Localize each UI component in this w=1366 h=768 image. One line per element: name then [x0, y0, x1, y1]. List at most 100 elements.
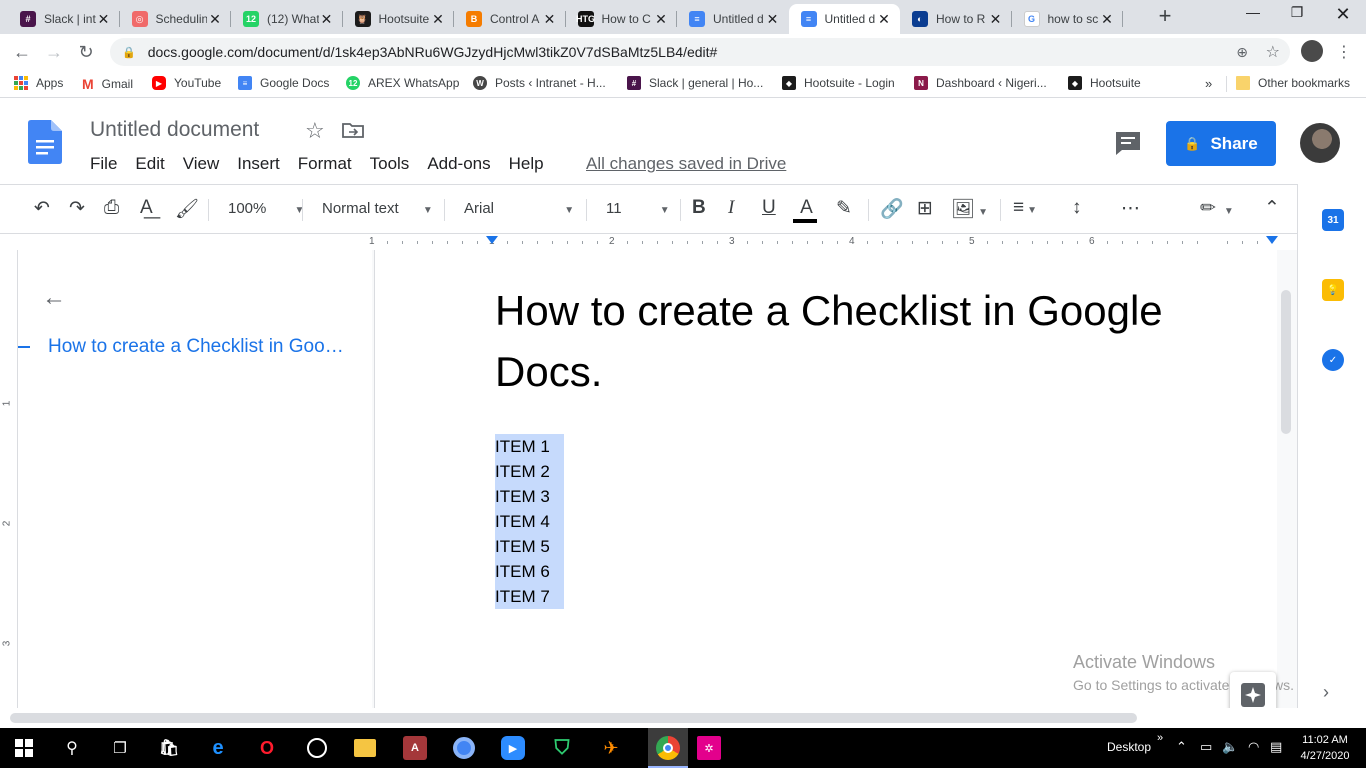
store-icon[interactable]: 🛍	[157, 736, 181, 760]
browser-tab[interactable]: ◎ Schedulin ✕	[120, 4, 231, 34]
bold-icon[interactable]: B	[692, 197, 706, 219]
star-icon[interactable]: ☆	[305, 118, 325, 144]
chromium-icon[interactable]	[452, 736, 476, 760]
address-bar[interactable]: 🔒 docs.google.com/document/d/1sk4ep3AbNR…	[110, 38, 1290, 66]
taskbar-clock[interactable]: 11:02 AM 4/27/2020	[1290, 732, 1360, 764]
link-icon[interactable]: 🔗	[880, 197, 904, 221]
desktop-toolbar-label[interactable]: Desktop	[1107, 740, 1151, 754]
tab-close-icon[interactable]: ✕	[1099, 11, 1115, 28]
menu-view[interactable]: View	[183, 154, 220, 174]
volume-icon[interactable]: 🔈	[1222, 739, 1238, 755]
tab-close-icon[interactable]: ✕	[653, 11, 669, 28]
reload-icon[interactable]: ↻	[74, 40, 98, 64]
comments-icon[interactable]	[1114, 130, 1142, 156]
menu-tools[interactable]: Tools	[370, 154, 410, 174]
move-folder-icon[interactable]	[342, 122, 364, 138]
keep-icon[interactable]: 💡	[1322, 279, 1344, 301]
list-item[interactable]: ITEM 2	[495, 459, 564, 484]
edge-icon[interactable]: e	[206, 736, 230, 760]
list-item[interactable]: ITEM 1	[495, 434, 564, 459]
tab-close-icon[interactable]: ✕	[319, 11, 335, 28]
close-window-button[interactable]: ✕	[1320, 4, 1366, 28]
browser-tab[interactable]: HTG How to C ✕	[566, 4, 677, 34]
browser-tab[interactable]: ≡ Untitled d ✕	[788, 4, 900, 34]
settings-app-icon[interactable]: ✲	[697, 736, 721, 760]
left-indent-marker[interactable]	[486, 236, 498, 244]
task-view-icon[interactable]: ❐	[108, 736, 132, 760]
chevron-up-icon[interactable]: ⌃	[1176, 739, 1187, 755]
browser-tab[interactable]: ◐ How to R ✕	[900, 4, 1012, 34]
bookmark-youtube[interactable]: ▶ YouTube	[152, 76, 221, 90]
bookmark-posts-intranet[interactable]: W Posts ‹ Intranet - H...	[473, 76, 606, 90]
document-title[interactable]: Untitled document	[90, 118, 259, 142]
calendar-icon[interactable]: 31	[1322, 209, 1344, 231]
tasks-icon[interactable]: ✓	[1322, 349, 1344, 371]
tab-close-icon[interactable]: ✕	[876, 11, 892, 28]
tab-close-icon[interactable]: ✕	[765, 11, 781, 28]
line-spacing-icon[interactable]: ↕	[1072, 197, 1082, 219]
bookmark-arex-whatsapp[interactable]: 12 AREX WhatsApp	[346, 76, 459, 90]
browser-tab[interactable]: B Control A ✕	[454, 4, 566, 34]
browser-tab[interactable]: Ghow to sc ✕	[1012, 4, 1123, 34]
tab-close-icon[interactable]: ✕	[988, 11, 1004, 28]
chevron-right-icon[interactable]: ›	[1323, 682, 1329, 703]
list-item[interactable]: ITEM 6	[495, 559, 564, 584]
windows-start-icon[interactable]	[12, 736, 36, 760]
tab-close-icon[interactable]: ✕	[96, 11, 112, 28]
italic-icon[interactable]: I	[728, 197, 734, 219]
menu-file[interactable]: File	[90, 154, 117, 174]
save-status[interactable]: All changes saved in Drive	[586, 154, 786, 174]
font-size-select[interactable]: 11 ▼	[606, 200, 670, 217]
highlight-icon[interactable]: ✎	[836, 197, 852, 220]
zoom-select[interactable]: 100% ▼	[228, 200, 304, 217]
print-icon[interactable]: ⎙	[104, 197, 119, 219]
toolbar-overflow-icon[interactable]: »	[1157, 732, 1163, 744]
vertical-scrollbar[interactable]	[1281, 290, 1291, 434]
list-item[interactable]: ITEM 5	[495, 534, 564, 559]
account-avatar[interactable]	[1300, 123, 1340, 163]
menu-add-ons[interactable]: Add-ons	[427, 154, 490, 174]
minimize-button[interactable]: —	[1230, 4, 1276, 28]
tab-close-icon[interactable]: ✕	[207, 11, 223, 28]
opera-icon[interactable]: O	[255, 736, 279, 760]
underline-icon[interactable]: U	[762, 197, 776, 219]
ftp-app-icon[interactable]: ✈	[599, 736, 623, 760]
file-explorer-icon[interactable]	[354, 739, 376, 757]
bookmark-google-docs[interactable]: ≡ Google Docs	[238, 76, 329, 90]
document-heading[interactable]: How to create a Checklist in Google Docs…	[495, 280, 1215, 402]
search-icon[interactable]: ⚲	[60, 736, 84, 760]
browser-tab[interactable]: 12 (12) What ✕	[231, 4, 343, 34]
editing-mode-icon[interactable]: ✏ ▼	[1200, 197, 1234, 220]
tab-close-icon[interactable]: ✕	[542, 11, 558, 28]
wifi-icon[interactable]: ◠	[1248, 739, 1259, 755]
share-button[interactable]: 🔒 Share	[1166, 121, 1276, 166]
maximize-button[interactable]: ❐	[1274, 4, 1320, 28]
bookmark-hootsuite[interactable]: ◆ Hootsuite	[1068, 76, 1141, 90]
bookmark-slack-general[interactable]: # Slack | general | Ho...	[627, 76, 763, 90]
new-tab-button[interactable]: +	[1152, 5, 1178, 29]
lock-icon[interactable]: 🔒	[122, 46, 136, 59]
right-indent-marker[interactable]	[1266, 236, 1278, 244]
back-icon[interactable]: ←	[10, 40, 34, 64]
notification-icon[interactable]: ▤	[1270, 739, 1282, 755]
insert-image-icon[interactable]: 🖼 ▼	[951, 197, 988, 221]
google-docs-logo-icon[interactable]	[28, 120, 62, 164]
browser-profile-avatar[interactable]	[1301, 40, 1323, 62]
browser-tab[interactable]: # Slack | int ✕	[8, 4, 120, 34]
battery-icon[interactable]: ▭	[1200, 739, 1212, 755]
add-comment-icon[interactable]: ⊞	[917, 197, 933, 220]
list-item[interactable]: ITEM 3	[495, 484, 564, 509]
zoom-icon[interactable]: ⊕	[1236, 44, 1248, 61]
bookmark-apps[interactable]: Apps	[14, 76, 63, 90]
align-icon[interactable]: ≡ ▼	[1013, 197, 1037, 219]
list-item[interactable]: ITEM 7	[495, 584, 564, 609]
bookmark-dashboard-nigeria[interactable]: N Dashboard ‹ Nigeri...	[914, 76, 1047, 90]
text-color-icon[interactable]: A	[793, 197, 817, 223]
chrome-taskbar-button[interactable]	[648, 728, 688, 768]
bookmark-gmail[interactable]: M Gmail	[82, 76, 133, 92]
forward-icon[interactable]: →	[42, 40, 66, 64]
access-icon[interactable]: A	[403, 736, 427, 760]
menu-edit[interactable]: Edit	[135, 154, 164, 174]
bookmarks-overflow-button[interactable]: »	[1205, 76, 1212, 91]
tab-close-icon[interactable]: ✕	[430, 11, 446, 28]
